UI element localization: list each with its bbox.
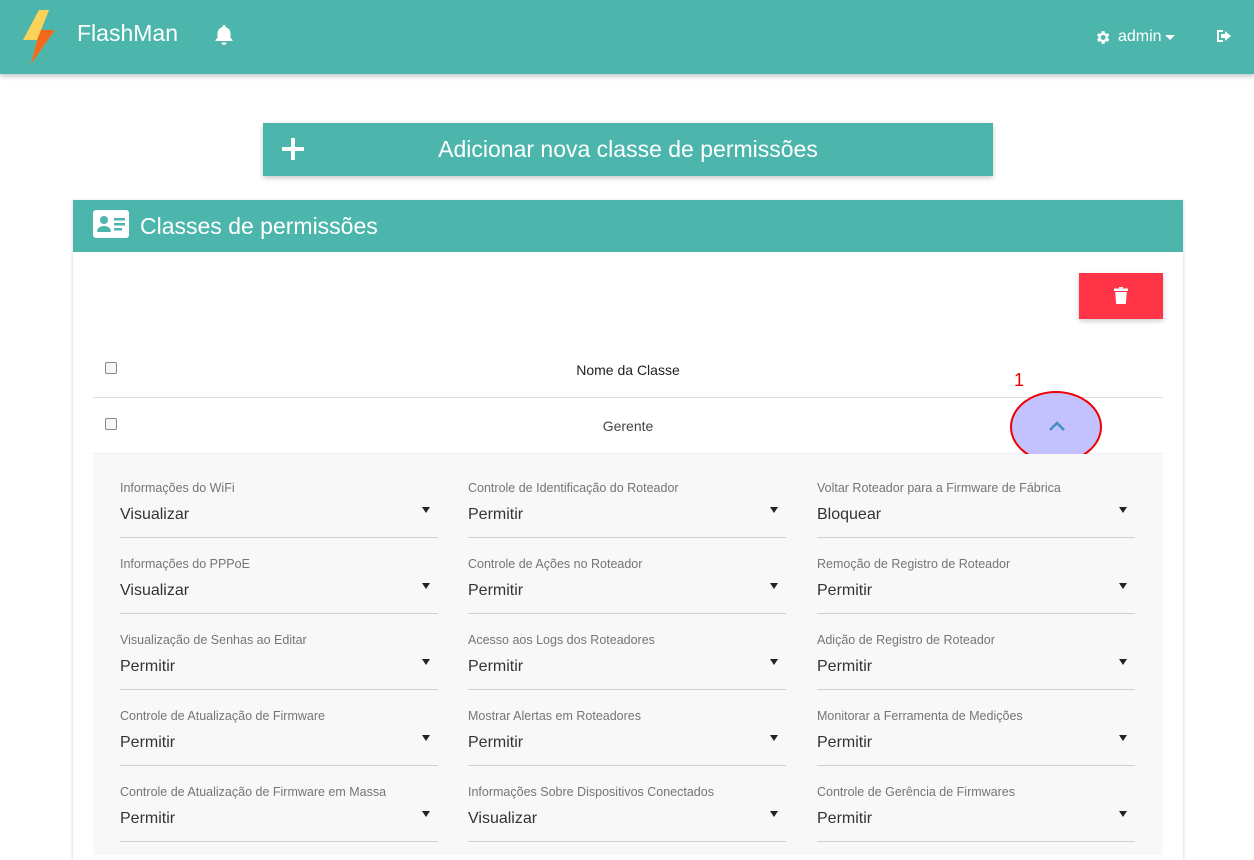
permission-value: Permitir <box>120 810 176 827</box>
permission-label: Voltar Roteador para a Firmware de Fábri… <box>817 481 1061 495</box>
permission-select[interactable]: Controle de Identificação do Roteador Per… <box>468 454 786 538</box>
dropdown-arrow-icon <box>770 659 778 665</box>
permission-select[interactable]: Acesso aos Logs dos Roteadores Permitir <box>468 606 786 690</box>
permission-label: Mostrar Alertas em Roteadores <box>468 709 641 723</box>
permission-value: Permitir <box>817 658 873 675</box>
permission-label: Controle de Ações no Roteador <box>468 557 643 571</box>
permission-select[interactable]: Controle de Ações no Roteador Permitir <box>468 530 786 614</box>
annotation-label: 1 <box>1014 370 1025 390</box>
top-navbar: FlashMan admin <box>0 0 1254 74</box>
permission-select[interactable]: Informações Sobre Dispositivos Conectado… <box>468 758 786 842</box>
dropdown-arrow-icon <box>1119 659 1127 665</box>
class-name-cell: Gerente <box>602 418 654 434</box>
permission-value: Permitir <box>468 658 524 675</box>
permission-label: Visualização de Senhas ao Editar <box>120 633 307 647</box>
permission-value: Visualizar <box>120 506 190 523</box>
permission-select[interactable]: Controle de Gerência de Firmwares Permiti… <box>817 758 1135 842</box>
table-row[interactable]: Gerente <box>93 399 1163 454</box>
permission-label: Controle de Atualização de Firmware <box>120 709 325 723</box>
dropdown-arrow-icon <box>422 811 430 817</box>
permission-value: Permitir <box>120 734 176 751</box>
permission-select[interactable]: Informações do WiFi Visualizar <box>120 454 438 538</box>
chevron-up-icon <box>1049 421 1065 431</box>
dropdown-arrow-icon <box>770 583 778 589</box>
dropdown-arrow-icon <box>422 735 430 741</box>
dropdown-arrow-icon <box>770 507 778 513</box>
permission-value: Visualizar <box>468 810 538 827</box>
permissions-panel: Informações do WiFi Visualizar Controle de… <box>93 454 1163 855</box>
permission-label: Informações do WiFi <box>120 481 235 495</box>
id-card-icon <box>93 210 129 238</box>
card-title: Classes de permissões <box>140 213 378 239</box>
permission-value: Visualizar <box>120 582 190 599</box>
permission-value: Permitir <box>817 810 873 827</box>
dropdown-arrow-icon <box>422 659 430 665</box>
add-permission-class-button[interactable]: Adicionar nova classe de permissões <box>263 123 993 176</box>
permission-value: Bloquear <box>817 506 882 523</box>
permission-select[interactable]: Controle de Atualização de Firmware em M… <box>120 758 438 842</box>
permission-value: Permitir <box>468 582 524 599</box>
table-header-row: Nome da Classe <box>93 343 1163 398</box>
permission-value: Permitir <box>120 658 176 675</box>
permission-label: Acesso aos Logs dos Roteadores <box>468 633 655 647</box>
permission-value: Permitir <box>468 734 524 751</box>
gear-icon <box>1097 30 1110 44</box>
dropdown-arrow-icon <box>422 583 430 589</box>
permission-value: Permitir <box>817 582 873 599</box>
sign-out-icon[interactable] <box>1215 27 1233 45</box>
permission-label: Monitorar a Ferramenta de Medições <box>817 709 1023 723</box>
delete-button[interactable] <box>1079 273 1163 319</box>
add-button-label: Adicionar nova classe de permissões <box>438 136 818 162</box>
dropdown-arrow-icon <box>1119 507 1127 513</box>
permission-label: Controle de Gerência de Firmwares <box>817 785 1015 799</box>
dropdown-arrow-icon <box>1119 811 1127 817</box>
permission-select[interactable]: Informações do PPPoE Visualizar <box>120 530 438 614</box>
permission-select[interactable]: Monitorar a Ferramenta de Medições Permit… <box>817 682 1135 766</box>
permission-select[interactable]: Adição de Registro de Roteador Permitir <box>817 606 1135 690</box>
dropdown-arrow-icon <box>770 811 778 817</box>
lightning-bolt-icon[interactable] <box>21 10 59 64</box>
permission-label: Remoção de Registro de Roteador <box>817 557 1011 571</box>
dropdown-arrow-icon <box>1119 735 1127 741</box>
permission-label: Adição de Registro de Roteador <box>817 633 995 647</box>
field-underline <box>120 841 438 842</box>
permission-select[interactable]: Controle de Atualização de Firmware Permi… <box>120 682 438 766</box>
permission-select[interactable]: Remoção de Registro de Roteador Permitir <box>817 530 1135 614</box>
permission-label: Controle de Identificação do Roteador <box>468 481 679 495</box>
field-underline <box>468 841 786 842</box>
permission-select[interactable]: Mostrar Alertas em Roteadores Permitir <box>468 682 786 766</box>
trash-icon <box>1114 287 1128 304</box>
column-header-class-name: Nome da Classe <box>576 362 680 378</box>
field-underline <box>817 841 1135 842</box>
card-header: Classes de permissões <box>73 200 1183 252</box>
permission-select[interactable]: Visualização de Senhas ao Editar Permitir <box>120 606 438 690</box>
dropdown-arrow-icon <box>1119 583 1127 589</box>
dropdown-arrow-icon <box>770 735 778 741</box>
collapse-toggle-button[interactable] <box>1010 391 1102 463</box>
bell-icon[interactable] <box>212 23 236 47</box>
permission-label: Informações do PPPoE <box>120 557 250 571</box>
permission-value: Permitir <box>817 734 873 751</box>
permission-value: Permitir <box>468 506 524 523</box>
brand-name[interactable]: FlashMan <box>77 20 178 47</box>
user-name: admin <box>1118 28 1162 45</box>
permission-select[interactable]: Voltar Roteador para a Firmware de Fábri… <box>817 454 1135 538</box>
dropdown-arrow-icon <box>422 507 430 513</box>
user-menu[interactable]: admin <box>1094 26 1175 48</box>
permission-label: Controle de Atualização de Firmware em M… <box>120 785 387 799</box>
permission-label: Informações Sobre Dispositivos Conectado… <box>468 785 714 799</box>
chevron-down-icon <box>1164 34 1175 40</box>
